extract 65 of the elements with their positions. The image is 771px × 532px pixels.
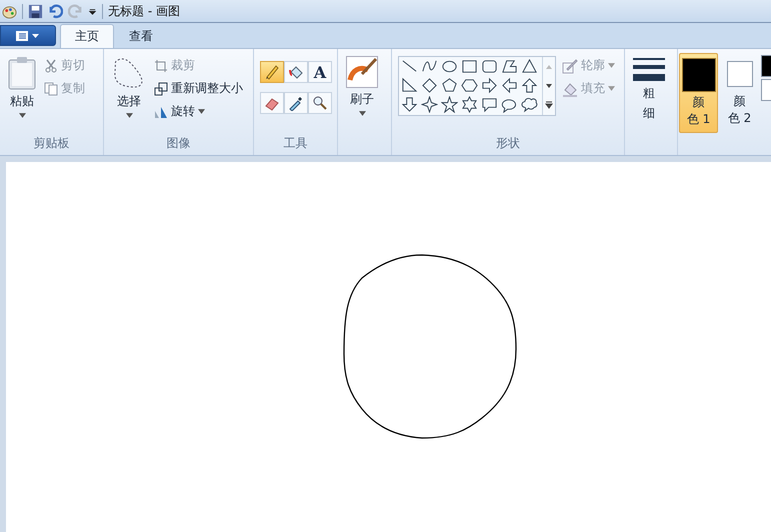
scroll-down-icon[interactable]: [545, 82, 553, 90]
eraser-tool[interactable]: [260, 92, 284, 114]
rectangle-callout-icon[interactable]: [481, 96, 498, 113]
diamond-icon[interactable]: [421, 77, 438, 94]
pentagon-icon[interactable]: [441, 77, 458, 94]
left-arrow-icon[interactable]: [501, 77, 518, 94]
save-icon[interactable]: [28, 4, 43, 18]
group-label: 工具: [282, 135, 308, 152]
group-label: 图像: [166, 135, 192, 152]
window-title: 无标题 - 画图: [108, 2, 180, 20]
group-label: 形状: [495, 135, 521, 152]
cloud-callout-icon[interactable]: [521, 96, 538, 113]
rotate-icon: [154, 104, 168, 118]
application-menu-button[interactable]: [0, 25, 56, 46]
resize-button[interactable]: 重新调整大小: [152, 78, 245, 99]
color-button[interactable]: 颜 色 2: [720, 53, 759, 133]
line-width-icon: [633, 56, 665, 82]
polygon-icon[interactable]: [501, 58, 518, 75]
pencil-icon: [562, 58, 578, 74]
paint-palette-icon[interactable]: [2, 4, 17, 18]
magnifier-icon: [312, 95, 328, 111]
ribbon-tab[interactable]: 主页: [60, 24, 114, 48]
brush-icon: [346, 56, 378, 88]
group-label: 剪贴板: [32, 135, 70, 152]
five-point-star-icon[interactable]: [441, 96, 458, 113]
resize-icon: [154, 82, 168, 96]
rotate-button[interactable]: 旋转: [152, 101, 245, 122]
paint-bucket-icon: [288, 64, 304, 80]
eyedropper-icon: [288, 95, 304, 111]
paint-bucket-icon: [562, 80, 578, 96]
expand-gallery-icon[interactable]: [545, 101, 553, 110]
color-picker-tool[interactable]: [284, 92, 308, 114]
scissors-icon: [44, 58, 58, 72]
dropdown-caret-icon: [608, 86, 615, 91]
select-button[interactable]: 选择: [110, 54, 148, 135]
undo-icon[interactable]: [48, 4, 63, 18]
text-tool[interactable]: A: [308, 61, 332, 83]
paste-button[interactable]: 粘贴: [6, 54, 38, 135]
dropdown-caret-icon: [198, 109, 205, 114]
down-arrow-icon[interactable]: [401, 96, 418, 113]
pencil-tool[interactable]: [260, 61, 284, 83]
dropdown-caret-icon: [608, 63, 615, 68]
ribbon-tab[interactable]: 查看: [114, 24, 168, 48]
four-point-star-icon[interactable]: [421, 96, 438, 113]
right-triangle-icon[interactable]: [401, 77, 418, 94]
fill-tool[interactable]: [284, 61, 308, 83]
magnifier-tool[interactable]: [308, 92, 332, 114]
brushes-button[interactable]: 刷子: [344, 54, 380, 135]
dropdown-caret-icon: [18, 113, 26, 118]
up-arrow-icon[interactable]: [521, 77, 538, 94]
copy-icon: [44, 82, 58, 96]
crop-icon: [154, 58, 168, 72]
pencil-icon: [264, 64, 280, 80]
clipboard-icon: [8, 56, 36, 90]
menu-caret-icon: [15, 30, 41, 42]
six-point-star-icon[interactable]: [461, 96, 478, 113]
right-arrow-icon[interactable]: [481, 77, 498, 94]
rectangle-icon[interactable]: [461, 58, 478, 75]
dropdown-caret-icon: [126, 113, 132, 118]
color-button[interactable]: 颜 色 1: [679, 53, 718, 133]
customize-caret-icon[interactable]: [88, 6, 97, 16]
triangle-icon[interactable]: [521, 58, 538, 75]
dropdown-caret-icon: [358, 111, 366, 116]
size-button[interactable]: 粗 细: [631, 54, 667, 135]
hexagon-icon[interactable]: [461, 77, 478, 94]
